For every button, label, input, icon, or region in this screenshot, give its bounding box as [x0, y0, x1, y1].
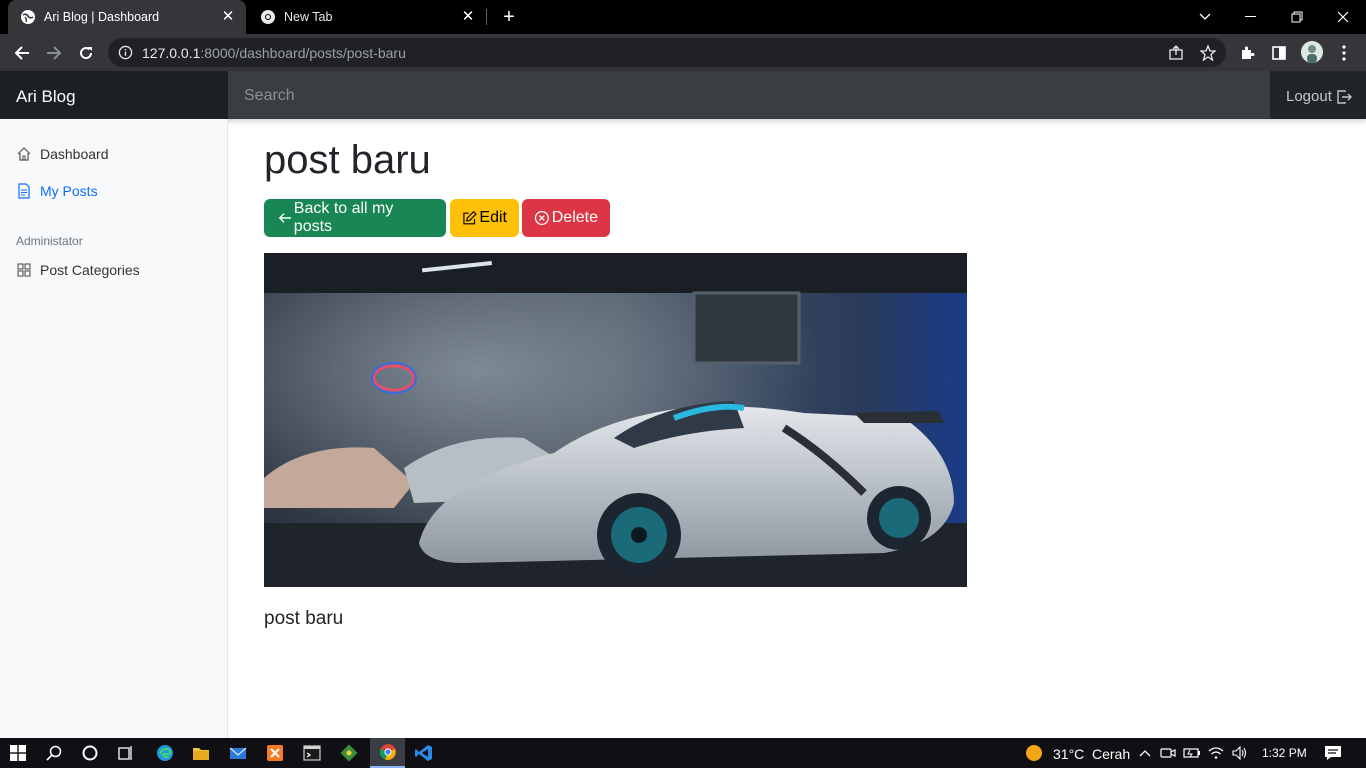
url-text: 127.0.0.1:8000/dashboard/posts/post-baru [142, 45, 406, 61]
browser-toolbar: 127.0.0.1:8000/dashboard/posts/post-baru [0, 34, 1366, 71]
back-label: Back to all my posts [293, 200, 394, 235]
weather-description: Cerah [1092, 746, 1131, 762]
edit-button[interactable]: Edit [450, 199, 519, 237]
close-tab-icon[interactable]: ✕ [460, 9, 476, 25]
edge-icon[interactable] [155, 743, 175, 763]
sidebar-item-label: My Posts [40, 183, 98, 199]
browser-tab-bar: Ari Blog | Dashboard ✕ New Tab ✕ + [0, 0, 1366, 34]
windows-taskbar: 31°C Cerah 1:32 PM [0, 738, 1366, 768]
tab-search-icon[interactable] [1182, 0, 1228, 34]
mail-icon[interactable] [228, 743, 248, 763]
tab-title: New Tab [284, 10, 333, 24]
chrome-taskbar-icon[interactable] [370, 738, 405, 768]
edit-label: Edit [479, 209, 507, 226]
browser-tab-new[interactable]: New Tab ✕ [248, 0, 486, 34]
wifi-icon[interactable] [1206, 743, 1226, 763]
windows-start-icon[interactable] [8, 743, 28, 763]
box-arrow-right-icon [1337, 90, 1352, 104]
page-title: post baru [264, 138, 431, 182]
sports-car-image [264, 253, 967, 587]
delete-button[interactable]: Delete [522, 199, 610, 237]
bookmark-star-icon[interactable] [1198, 43, 1218, 63]
menu-dots-icon[interactable] [1334, 43, 1354, 63]
profile-avatar[interactable] [1301, 41, 1323, 63]
brand-link[interactable]: Ari Blog [0, 71, 228, 119]
reload-icon[interactable] [74, 41, 98, 65]
extensions-icon[interactable] [1237, 43, 1257, 63]
task-view-icon[interactable] [116, 743, 136, 763]
share-icon[interactable] [1166, 43, 1186, 63]
chevron-up-icon[interactable] [1135, 743, 1155, 763]
address-bar[interactable]: 127.0.0.1:8000/dashboard/posts/post-baru [108, 38, 1226, 67]
house-icon [17, 147, 31, 161]
battery-icon[interactable] [1182, 743, 1202, 763]
sidebar-item-label: Dashboard [40, 146, 109, 162]
sidebar-item-my-posts[interactable]: My Posts [16, 183, 98, 199]
meet-now-icon[interactable] [1158, 743, 1178, 763]
side-panel-icon[interactable] [1269, 43, 1289, 63]
logout-button[interactable]: Logout [1270, 71, 1366, 119]
notification-icon[interactable] [1323, 743, 1343, 763]
chrome-icon [261, 10, 275, 24]
new-tab-icon[interactable]: + [499, 7, 519, 27]
admin-heading: Administator [16, 234, 83, 248]
x-circle-icon [534, 210, 549, 226]
search-icon[interactable] [44, 743, 64, 763]
tab-divider [486, 9, 487, 25]
xampp-icon[interactable] [265, 743, 285, 763]
info-icon[interactable] [118, 45, 133, 60]
forward-arrow-icon[interactable] [42, 41, 66, 65]
weather-sun-icon[interactable] [1024, 743, 1044, 763]
cortana-icon[interactable] [80, 743, 100, 763]
back-arrow-icon[interactable] [10, 41, 34, 65]
post-image [264, 253, 967, 587]
file-text-icon [18, 183, 30, 199]
search-input[interactable]: Search [228, 71, 1270, 119]
close-window-icon[interactable] [1320, 0, 1366, 34]
weather-temperature: 31°C [1053, 746, 1085, 762]
volume-icon[interactable] [1230, 743, 1250, 763]
file-explorer-icon[interactable] [191, 743, 211, 763]
browser-tab-active[interactable]: Ari Blog | Dashboard ✕ [8, 0, 246, 34]
app-navbar: Ari Blog Search Logout [0, 71, 1366, 119]
git-icon[interactable] [339, 743, 359, 763]
sidebar-item-dashboard[interactable]: Dashboard [16, 146, 109, 162]
terminal-icon[interactable] [302, 743, 322, 763]
delete-label: Delete [551, 209, 598, 226]
back-button[interactable]: Back to all my posts [264, 199, 446, 237]
sidebar: Dashboard My Posts Administator Post Cat… [0, 119, 228, 738]
post-body: post baru [264, 608, 344, 629]
grid-icon [17, 263, 31, 277]
globe-icon [21, 10, 35, 24]
restore-icon[interactable] [1274, 0, 1320, 34]
clock-time[interactable]: 1:32 PM [1262, 746, 1307, 760]
logout-label: Logout [1286, 88, 1332, 105]
sidebar-item-post-categories[interactable]: Post Categories [16, 262, 140, 278]
close-tab-icon[interactable]: ✕ [220, 9, 236, 25]
pencil-square-icon [463, 210, 477, 225]
sidebar-item-label: Post Categories [40, 262, 140, 278]
vscode-icon[interactable] [414, 743, 434, 763]
minimize-icon[interactable] [1228, 0, 1274, 34]
arrow-left-icon [278, 213, 291, 223]
tab-title: Ari Blog | Dashboard [44, 10, 160, 24]
